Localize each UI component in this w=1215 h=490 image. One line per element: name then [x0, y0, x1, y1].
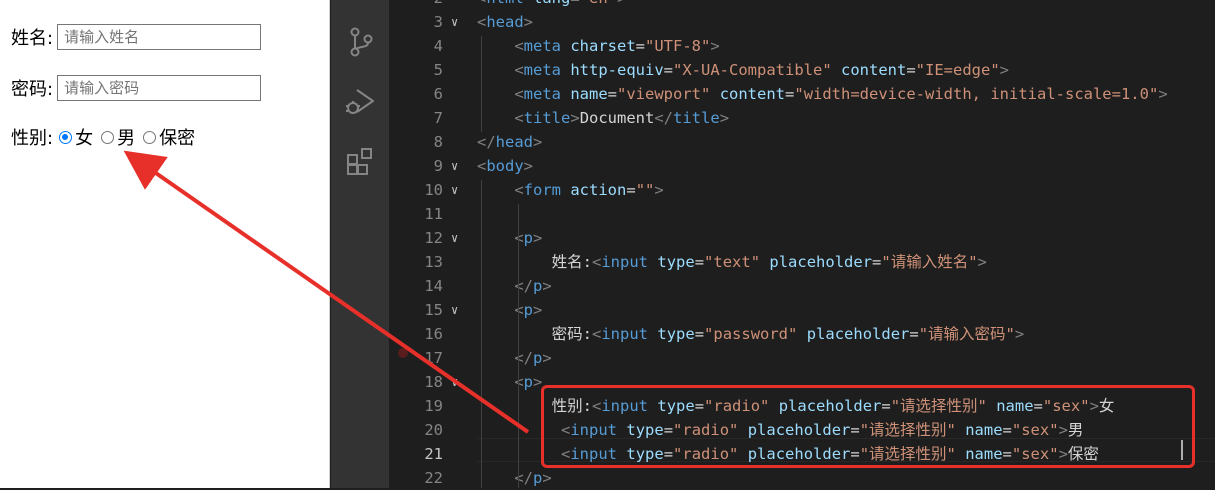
- annotation-arrow: [123, 150, 530, 434]
